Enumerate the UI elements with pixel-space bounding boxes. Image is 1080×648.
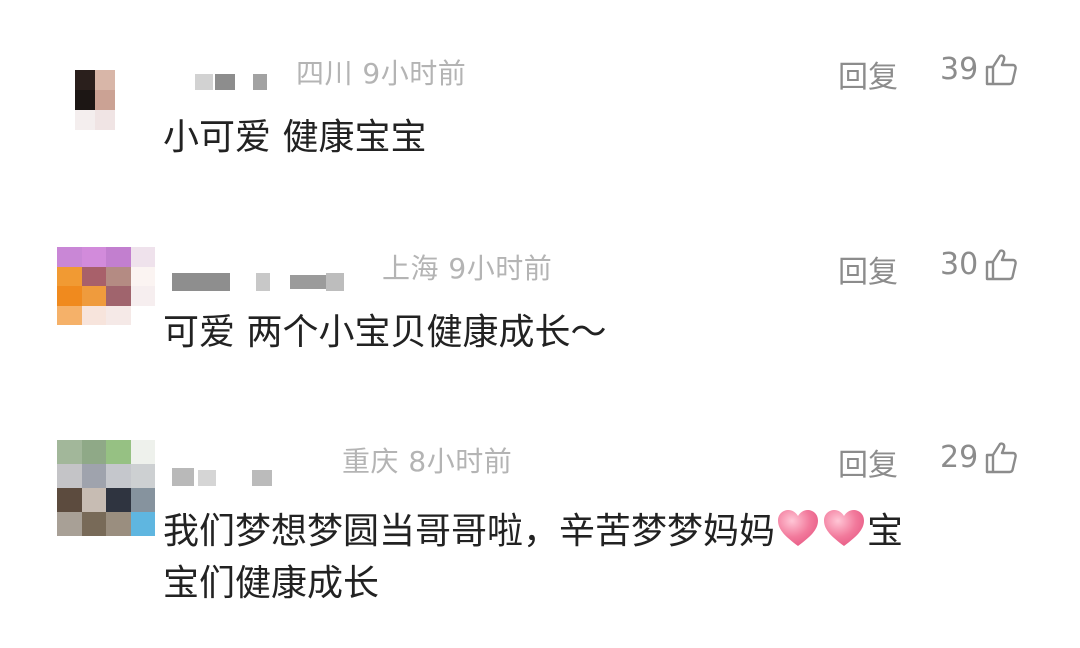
username[interactable]	[195, 66, 275, 96]
comment-location: 四川	[296, 57, 354, 90]
heart-emoji-icon	[776, 508, 820, 548]
comment-item: 上海 9小时前 回复 30 可爱 两个小宝贝健康成长～	[0, 245, 1080, 395]
comment-text-part: 宝们健康成长	[163, 563, 380, 604]
like-button[interactable]: 39	[940, 52, 1018, 87]
comment-time: 9小时前	[362, 57, 467, 90]
comment-item: 重庆 8小时前 回复 29 我们梦想梦圆当哥哥啦，辛苦梦梦妈妈 宝 宝们健康成长	[0, 438, 1080, 628]
comment-text: 我们梦想梦圆当哥哥啦，辛苦梦梦妈妈 宝 宝们健康成长	[163, 506, 1043, 610]
avatar[interactable]	[75, 70, 115, 130]
username[interactable]	[172, 261, 372, 291]
reply-button[interactable]: 回复	[838, 247, 898, 291]
comment-time: 9小时前	[448, 252, 553, 285]
comment-location: 上海	[382, 252, 440, 285]
comment-list: 四川 9小时前 回复 39 小可爱 健康宝宝 上海 9小时前 回复 30 可爱 …	[0, 0, 1080, 648]
comment-location: 重庆	[342, 445, 400, 478]
like-count: 39	[940, 52, 979, 87]
thumbs-up-icon	[984, 248, 1018, 282]
comment-meta: 重庆 8小时前	[342, 440, 512, 480]
avatar[interactable]	[57, 440, 155, 536]
comment-text: 小可爱 健康宝宝	[163, 117, 427, 158]
thumbs-up-icon	[984, 441, 1018, 475]
comment-text: 可爱 两个小宝贝健康成长～	[163, 312, 607, 353]
thumbs-up-icon	[984, 53, 1018, 87]
comment-time: 8小时前	[408, 445, 513, 478]
comment-item: 四川 9小时前 回复 39 小可爱 健康宝宝	[0, 50, 1080, 200]
like-button[interactable]: 30	[940, 247, 1018, 282]
like-count: 29	[940, 440, 979, 475]
comment-meta: 上海 9小时前	[382, 247, 552, 287]
like-count: 30	[940, 247, 979, 282]
avatar[interactable]	[57, 247, 155, 325]
comment-meta: 四川 9小时前	[296, 52, 466, 92]
comment-text-part: 我们梦想梦圆当哥哥啦，辛苦梦梦妈妈	[163, 511, 776, 552]
reply-button[interactable]: 回复	[838, 440, 898, 484]
username[interactable]	[172, 454, 332, 486]
heart-emoji-icon	[822, 508, 866, 548]
comment-text-part: 宝	[867, 511, 904, 552]
reply-button[interactable]: 回复	[838, 52, 898, 96]
like-button[interactable]: 29	[940, 440, 1018, 475]
